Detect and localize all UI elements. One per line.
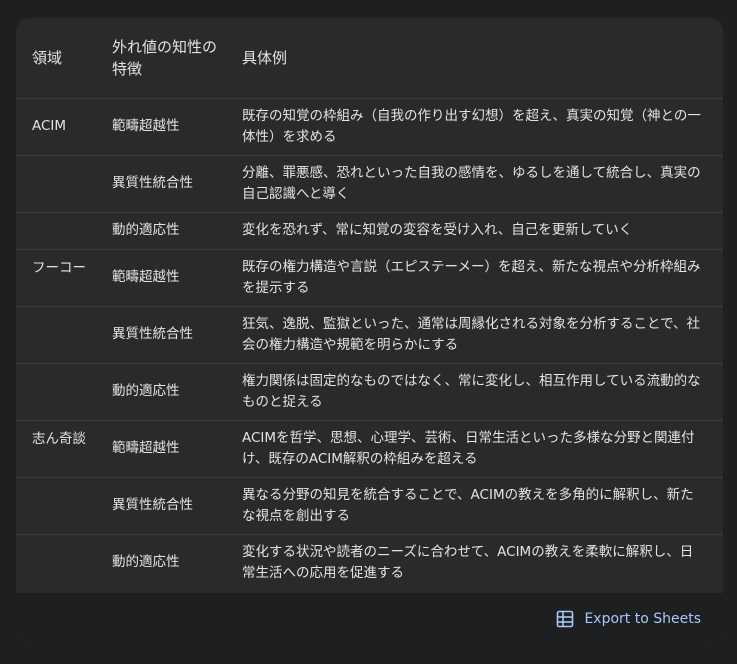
header-trait: 外れ値の知性の特徴 xyxy=(112,37,218,78)
cell-domain xyxy=(16,212,96,249)
cell-example: 既存の権力構造や言説（エピステーメー）を超え、新たな視点や分析枠組みを提示する xyxy=(242,258,701,296)
table-footer: Export to Sheets xyxy=(16,593,723,645)
cell-trait: 動的適応性 xyxy=(112,222,180,238)
cell-domain xyxy=(16,155,96,212)
table-row: 異質性統合性 異なる分野の知見を統合することで、ACIMの教えを多角的に解釈し、… xyxy=(16,477,723,534)
cell-trait: 異質性統合性 xyxy=(112,497,193,513)
cell-example: 変化する状況や読者のニーズに合わせて、ACIMの教えを柔軟に解釈し、日常生活への… xyxy=(242,543,694,581)
cell-domain: 志ん奇談 xyxy=(32,430,86,447)
table-header-row: 領域 外れ値の知性の特徴 具体例 xyxy=(16,18,723,98)
cell-trait: 動的適応性 xyxy=(112,383,180,399)
table-row: 動的適応性 権力関係は固定的なものではなく、常に変化し、相互作用している流動的な… xyxy=(16,363,723,420)
cell-trait: 範疇超越性 xyxy=(112,440,180,456)
cell-example: 狂気、逸脱、監獄といった、通常は周縁化される対象を分析することで、社会の権力構造… xyxy=(242,315,701,353)
table-row: フーコー 範疇超越性 既存の権力構造や言説（エピステーメー）を超え、新たな視点や… xyxy=(16,249,723,306)
cell-domain xyxy=(16,477,96,534)
export-label: Export to Sheets xyxy=(584,611,701,627)
table-card: 領域 外れ値の知性の特徴 具体例 ACIM 範疇超越性 既存の知覚の枠組み（自我… xyxy=(16,18,723,645)
cell-trait: 範疇超越性 xyxy=(112,269,180,285)
header-domain: 領域 xyxy=(32,48,63,67)
cell-example: 異なる分野の知見を統合することで、ACIMの教えを多角的に解釈し、新たな視点を創… xyxy=(242,486,694,524)
table-row: 動的適応性 変化を恐れず、常に知覚の変容を受け入れ、自己を更新していく xyxy=(16,212,723,249)
cell-domain: フーコー xyxy=(32,259,86,276)
export-to-sheets-button[interactable]: Export to Sheets xyxy=(556,608,701,630)
header-example: 具体例 xyxy=(242,48,288,67)
table-row: 異質性統合性 分離、罪悪感、恐れといった自我の感情を、ゆるしを通して統合し、真実… xyxy=(16,155,723,212)
cell-example: 変化を恐れず、常に知覚の変容を受け入れ、自己を更新していく xyxy=(242,222,633,238)
cell-trait: 異質性統合性 xyxy=(112,175,193,191)
cell-trait: 範疇超越性 xyxy=(112,118,180,134)
table-row: 異質性統合性 狂気、逸脱、監獄といった、通常は周縁化される対象を分析することで、… xyxy=(16,306,723,363)
data-table: 領域 外れ値の知性の特徴 具体例 ACIM 範疇超越性 既存の知覚の枠組み（自我… xyxy=(16,18,723,591)
table-grid-icon xyxy=(557,610,574,628)
cell-example: 既存の知覚の枠組み（自我の作り出す幻想）を超え、真実の知覚（神との一体性）を求め… xyxy=(242,107,701,145)
cell-trait: 動的適応性 xyxy=(112,554,180,571)
cell-example: 権力関係は固定的なものではなく、常に変化し、相互作用している流動的なものと捉える xyxy=(242,372,701,410)
table-row: 志ん奇談 範疇超越性 ACIMを哲学、思想、心理学、芸術、日常生活といった多様な… xyxy=(16,420,723,477)
table-row: 動的適応性 変化する状況や読者のニーズに合わせて、ACIMの教えを柔軟に解釈し、… xyxy=(16,534,723,591)
cell-example: 分離、罪悪感、恐れといった自我の感情を、ゆるしを通して統合し、真実の自己認識へと… xyxy=(242,164,701,202)
cell-domain xyxy=(16,534,96,591)
cell-example: ACIMを哲学、思想、心理学、芸術、日常生活といった多様な分野と関連付け、既存の… xyxy=(242,429,695,467)
cell-trait: 異質性統合性 xyxy=(112,326,193,342)
table-row: ACIM 範疇超越性 既存の知覚の枠組み（自我の作り出す幻想）を超え、真実の知覚… xyxy=(16,98,723,155)
cell-domain: ACIM xyxy=(32,118,67,134)
cell-domain xyxy=(16,363,96,420)
cell-domain xyxy=(16,306,96,363)
